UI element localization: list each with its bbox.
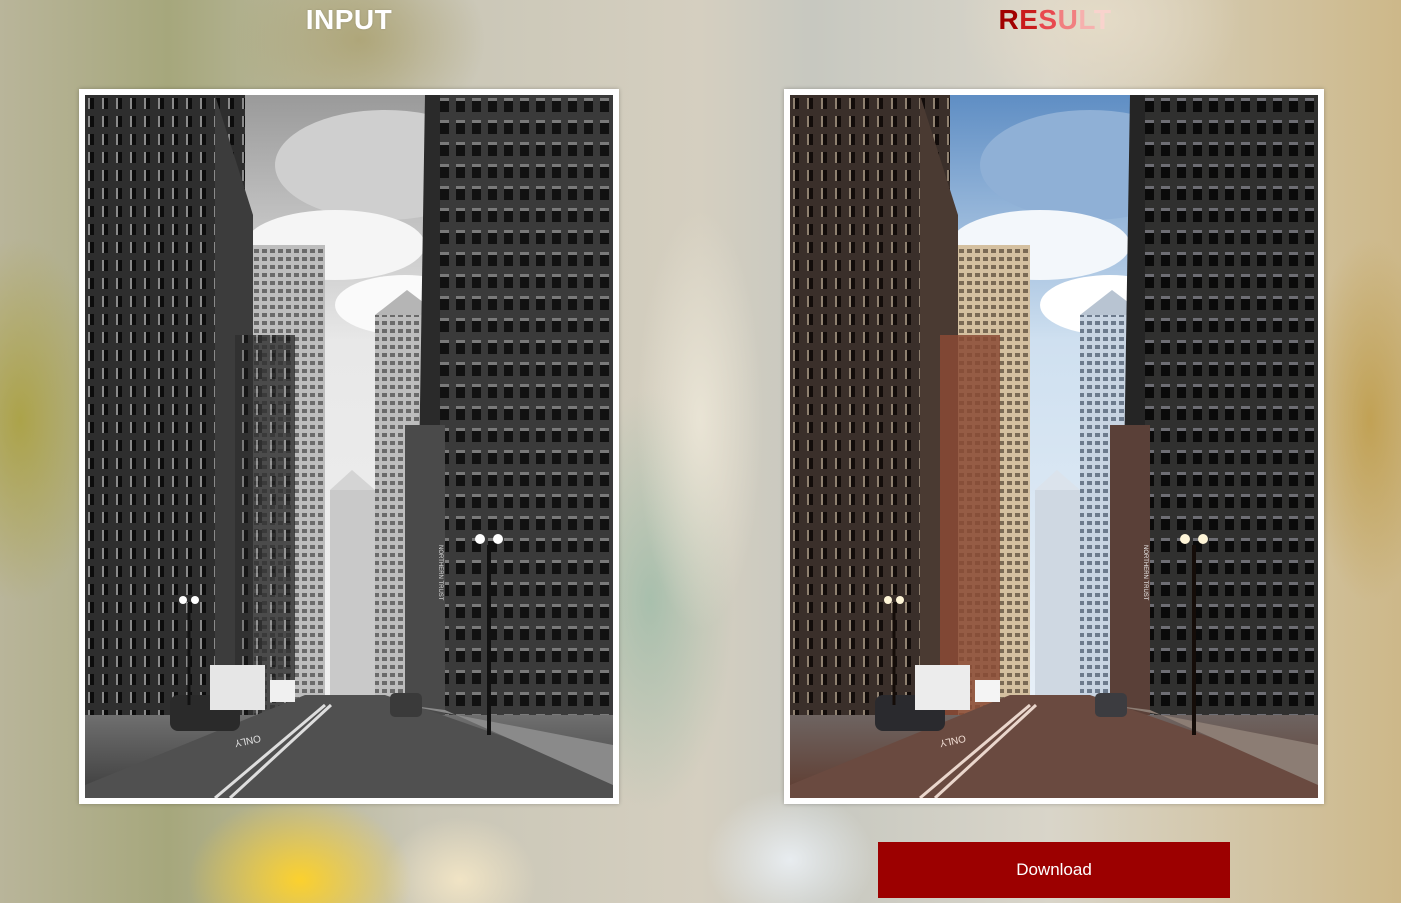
result-building-sign-text: NORTHERN TRUST <box>1142 545 1148 601</box>
result-image-frame: ONLY NORTHERN TRUST <box>784 89 1324 804</box>
result-title-letter: U <box>1057 4 1079 35</box>
input-title: INPUT <box>305 4 393 35</box>
result-title-letter: R <box>998 4 1020 35</box>
result-title-letter: E <box>1019 4 1039 35</box>
result-title-letter: L <box>1078 4 1094 35</box>
download-button[interactable]: Download <box>878 842 1230 898</box>
result-title-letter: T <box>1093 4 1112 35</box>
input-image-frame: ONLY NORTHERN TRUST <box>79 89 619 804</box>
result-title-letter: S <box>1038 4 1058 35</box>
result-photo: ONLY NORTHERN TRUST <box>790 95 1318 798</box>
input-photo: ONLY NORTHERN TRUST <box>85 95 613 798</box>
building-sign-text: NORTHERN TRUST <box>437 545 443 601</box>
result-title: RESULT <box>905 4 1205 36</box>
